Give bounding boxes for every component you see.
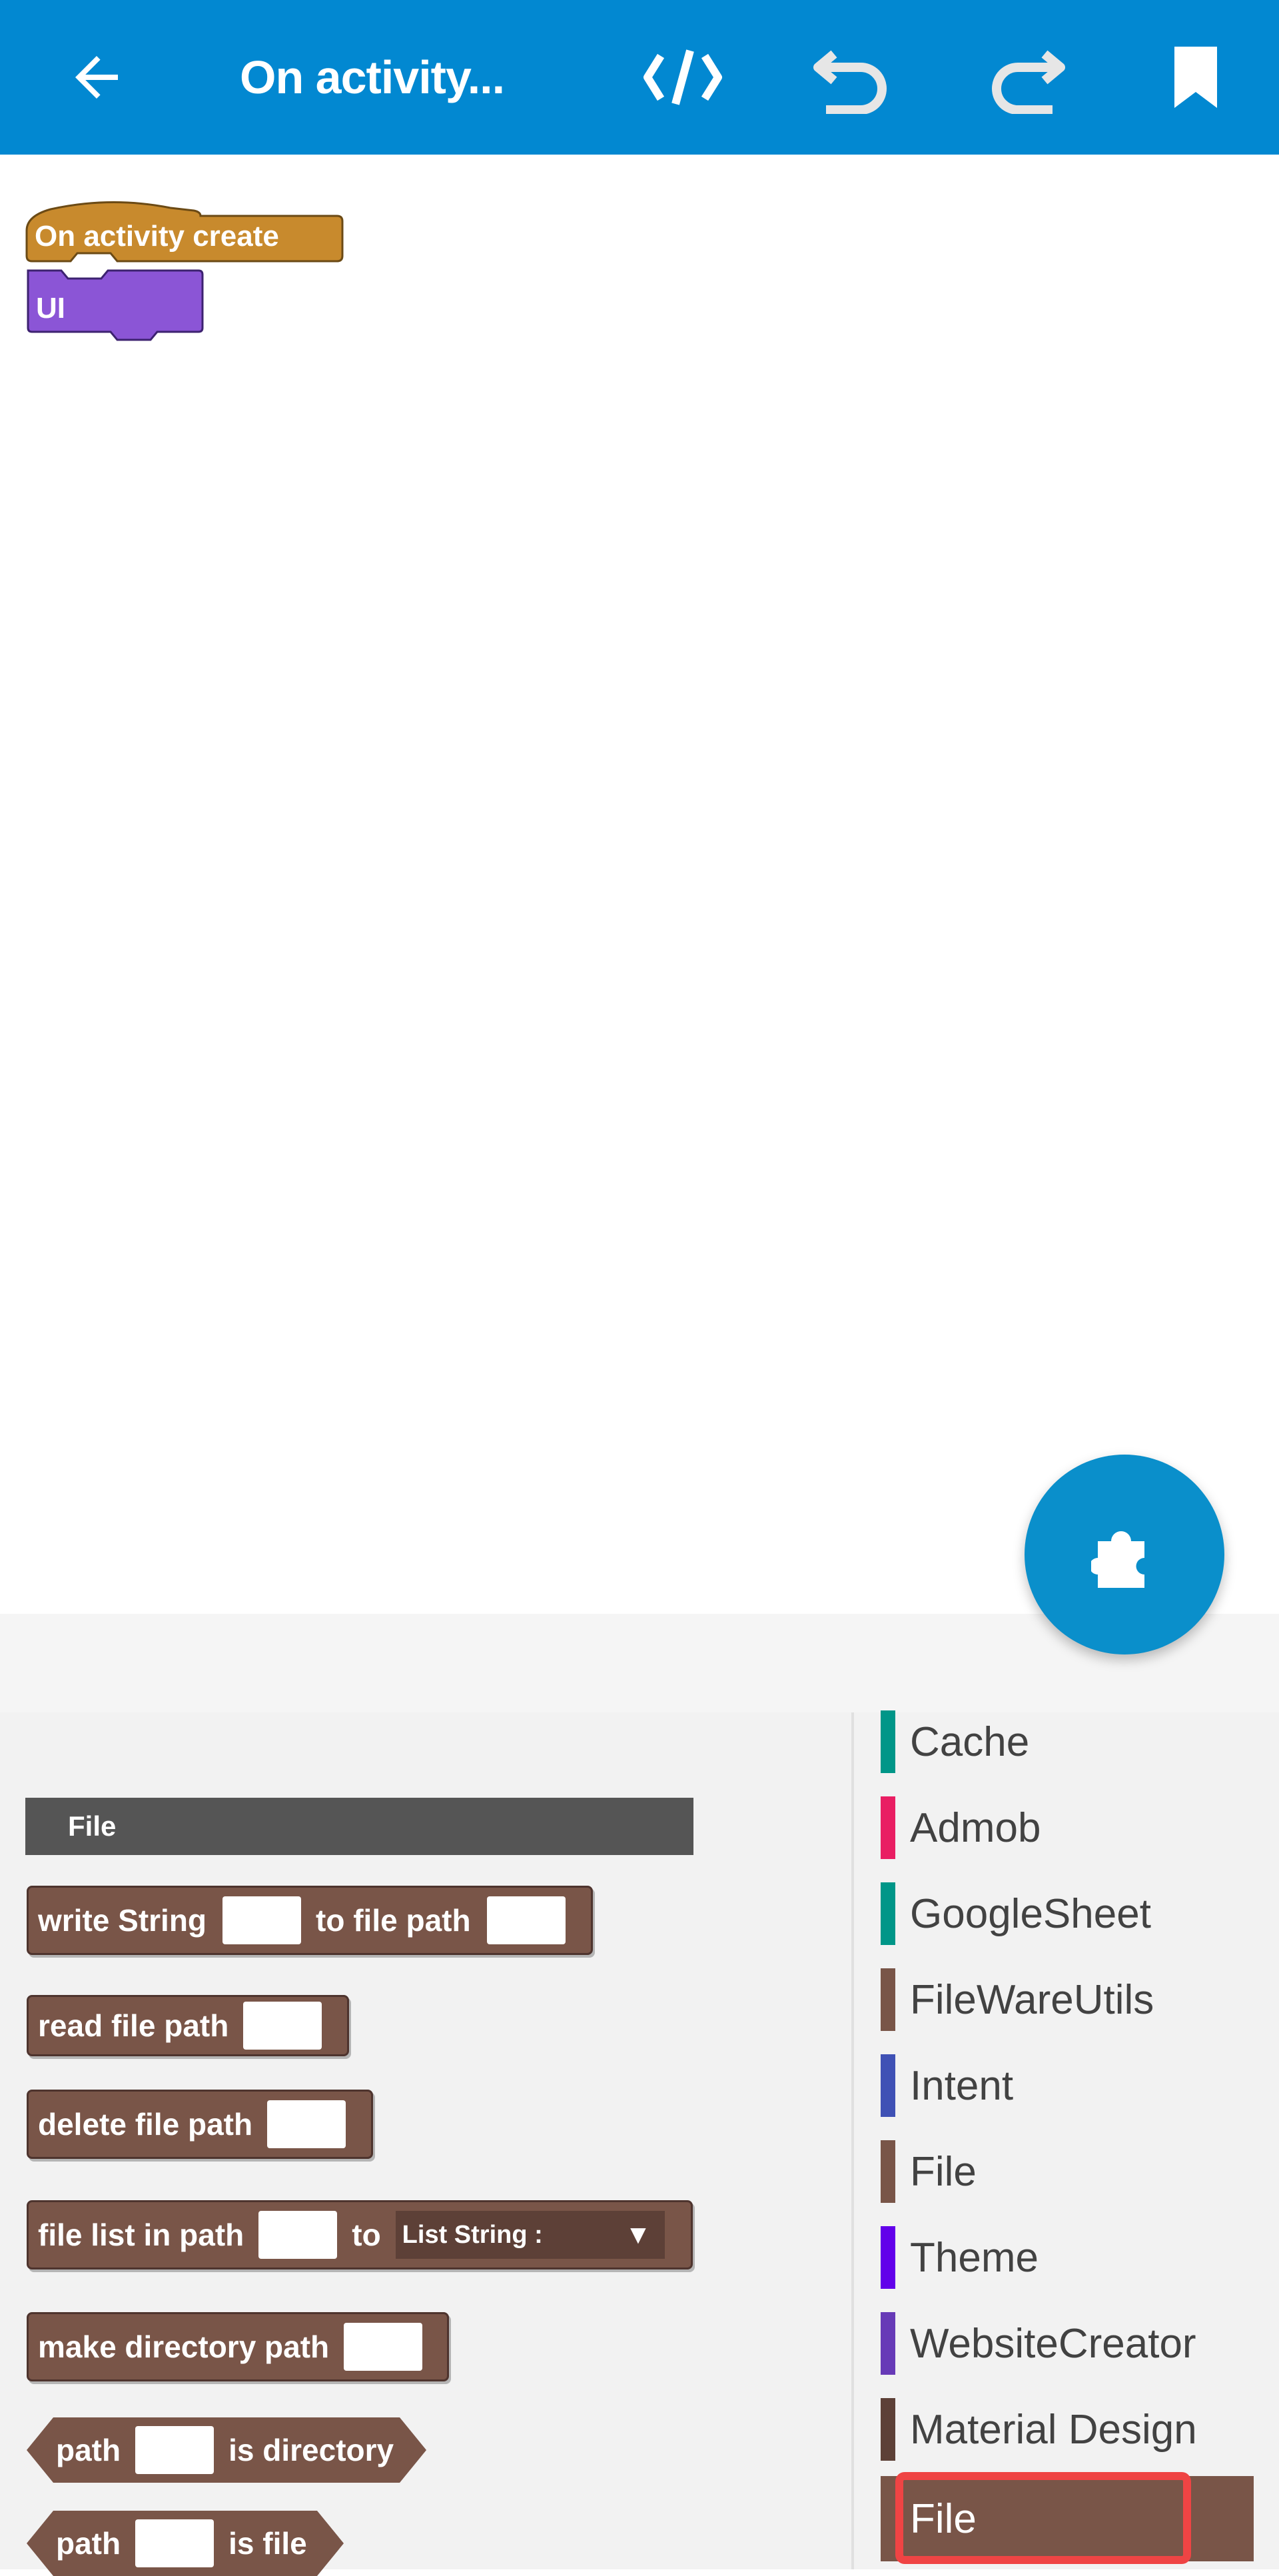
block-read-label: read file path bbox=[38, 2008, 229, 2043]
code-view-button[interactable] bbox=[626, 0, 739, 155]
block-filelist-label: file list in path bbox=[38, 2218, 244, 2252]
category-color-bar bbox=[881, 2312, 895, 2375]
event-block-label: On activity create bbox=[35, 220, 279, 253]
category-color-bar bbox=[881, 1968, 895, 2031]
category-color-bar bbox=[881, 2487, 895, 2550]
block-isfile-label: path bbox=[56, 2526, 121, 2561]
bookmark-button[interactable] bbox=[1139, 0, 1252, 155]
undo-icon bbox=[813, 50, 887, 114]
block-make-directory[interactable]: make directory path bbox=[27, 2312, 449, 2381]
path-input-slot[interactable] bbox=[243, 2002, 322, 2050]
block-filelist-label-2: to bbox=[352, 2218, 381, 2252]
path-input-slot[interactable] bbox=[135, 2426, 214, 2474]
category-color-bar bbox=[881, 2226, 895, 2289]
block-canvas[interactable]: On activity create UI bbox=[0, 155, 1279, 1614]
path-input-slot[interactable] bbox=[344, 2323, 423, 2371]
block-path-is-file[interactable]: path is file bbox=[27, 2511, 344, 2576]
category-intent[interactable]: Intent bbox=[881, 2043, 1254, 2128]
category-material-design[interactable]: Material Design bbox=[881, 2387, 1254, 2472]
category-googlesheet[interactable]: GoogleSheet bbox=[881, 1871, 1254, 1956]
block-write-label-2: to file path bbox=[316, 1903, 471, 1938]
block-delete-file[interactable]: delete file path bbox=[27, 2090, 373, 2159]
category-color-bar bbox=[881, 1882, 895, 1945]
palette-header-label: File bbox=[68, 1810, 117, 1842]
block-write-label: write String bbox=[38, 1903, 207, 1938]
category-color-bar bbox=[881, 2398, 895, 2461]
category-color-bar bbox=[881, 1710, 895, 1773]
category-theme[interactable]: Theme bbox=[881, 2215, 1254, 2300]
puzzle-icon bbox=[1091, 1531, 1144, 1588]
category-label: File bbox=[910, 2148, 977, 2195]
category-file[interactable]: File bbox=[881, 2129, 1254, 2214]
block-isfile-label-2: is file bbox=[228, 2526, 307, 2561]
category-label: GoogleSheet bbox=[910, 1890, 1151, 1937]
category-label: WebsiteCreator bbox=[910, 2320, 1196, 2367]
block-path-is-directory[interactable]: path is directory bbox=[27, 2417, 426, 2483]
category-color-bar bbox=[881, 2140, 895, 2203]
block-isdir-label: path bbox=[56, 2433, 121, 2467]
code-icon bbox=[643, 49, 722, 105]
ui-block-label: UI bbox=[36, 292, 65, 324]
dropdown-arrow-icon: ▼ bbox=[625, 2220, 651, 2250]
block-mkdir-label: make directory path bbox=[38, 2329, 330, 2364]
path-input-slot[interactable] bbox=[267, 2100, 346, 2148]
path-input-slot[interactable] bbox=[258, 2211, 338, 2259]
category-label: Theme bbox=[910, 2234, 1039, 2281]
block-read-file[interactable]: read file path bbox=[27, 1995, 349, 2056]
block-write-string[interactable]: write String to file path bbox=[27, 1886, 593, 1955]
redo-button[interactable] bbox=[969, 0, 1082, 155]
category-label: Intent bbox=[910, 2062, 1014, 2109]
undo-button[interactable] bbox=[796, 0, 909, 155]
add-block-fab[interactable] bbox=[1025, 1455, 1224, 1654]
category-filewareutils[interactable]: FileWareUtils bbox=[881, 1957, 1254, 2042]
dropdown-value: List String : bbox=[402, 2220, 543, 2249]
category-color-bar bbox=[881, 2054, 895, 2117]
category-admob[interactable]: Admob bbox=[881, 1785, 1254, 1870]
category-cache[interactable]: Cache bbox=[881, 1699, 1254, 1784]
category-color-bar bbox=[881, 1796, 895, 1859]
block-file-list[interactable]: file list in path to List String : ▼ bbox=[27, 2200, 693, 2269]
category-label: Material Design bbox=[910, 2406, 1197, 2453]
redo-icon bbox=[992, 50, 1065, 114]
block-isdir-label-2: is directory bbox=[228, 2433, 394, 2467]
back-button[interactable] bbox=[40, 0, 153, 155]
string-input-slot[interactable] bbox=[222, 1896, 302, 1944]
page-title: On activity... bbox=[240, 51, 505, 103]
selection-highlight bbox=[895, 2472, 1191, 2564]
back-arrow-icon bbox=[75, 56, 118, 99]
category-label: Admob bbox=[910, 1804, 1041, 1851]
path-input-slot[interactable] bbox=[135, 2519, 214, 2567]
list-type-dropdown[interactable]: List String : ▼ bbox=[395, 2211, 665, 2259]
palette-header: File bbox=[25, 1798, 693, 1855]
palette-divider bbox=[851, 1712, 854, 2569]
bookmark-icon bbox=[1174, 47, 1217, 108]
top-app-bar: On activity... bbox=[0, 0, 1279, 155]
block-delete-label: delete file path bbox=[38, 2107, 253, 2142]
path-input-slot[interactable] bbox=[486, 1896, 566, 1944]
category-label: Cache bbox=[910, 1718, 1030, 1765]
category-websitecreator[interactable]: WebsiteCreator bbox=[881, 2301, 1254, 2386]
category-label: FileWareUtils bbox=[910, 1976, 1154, 2023]
